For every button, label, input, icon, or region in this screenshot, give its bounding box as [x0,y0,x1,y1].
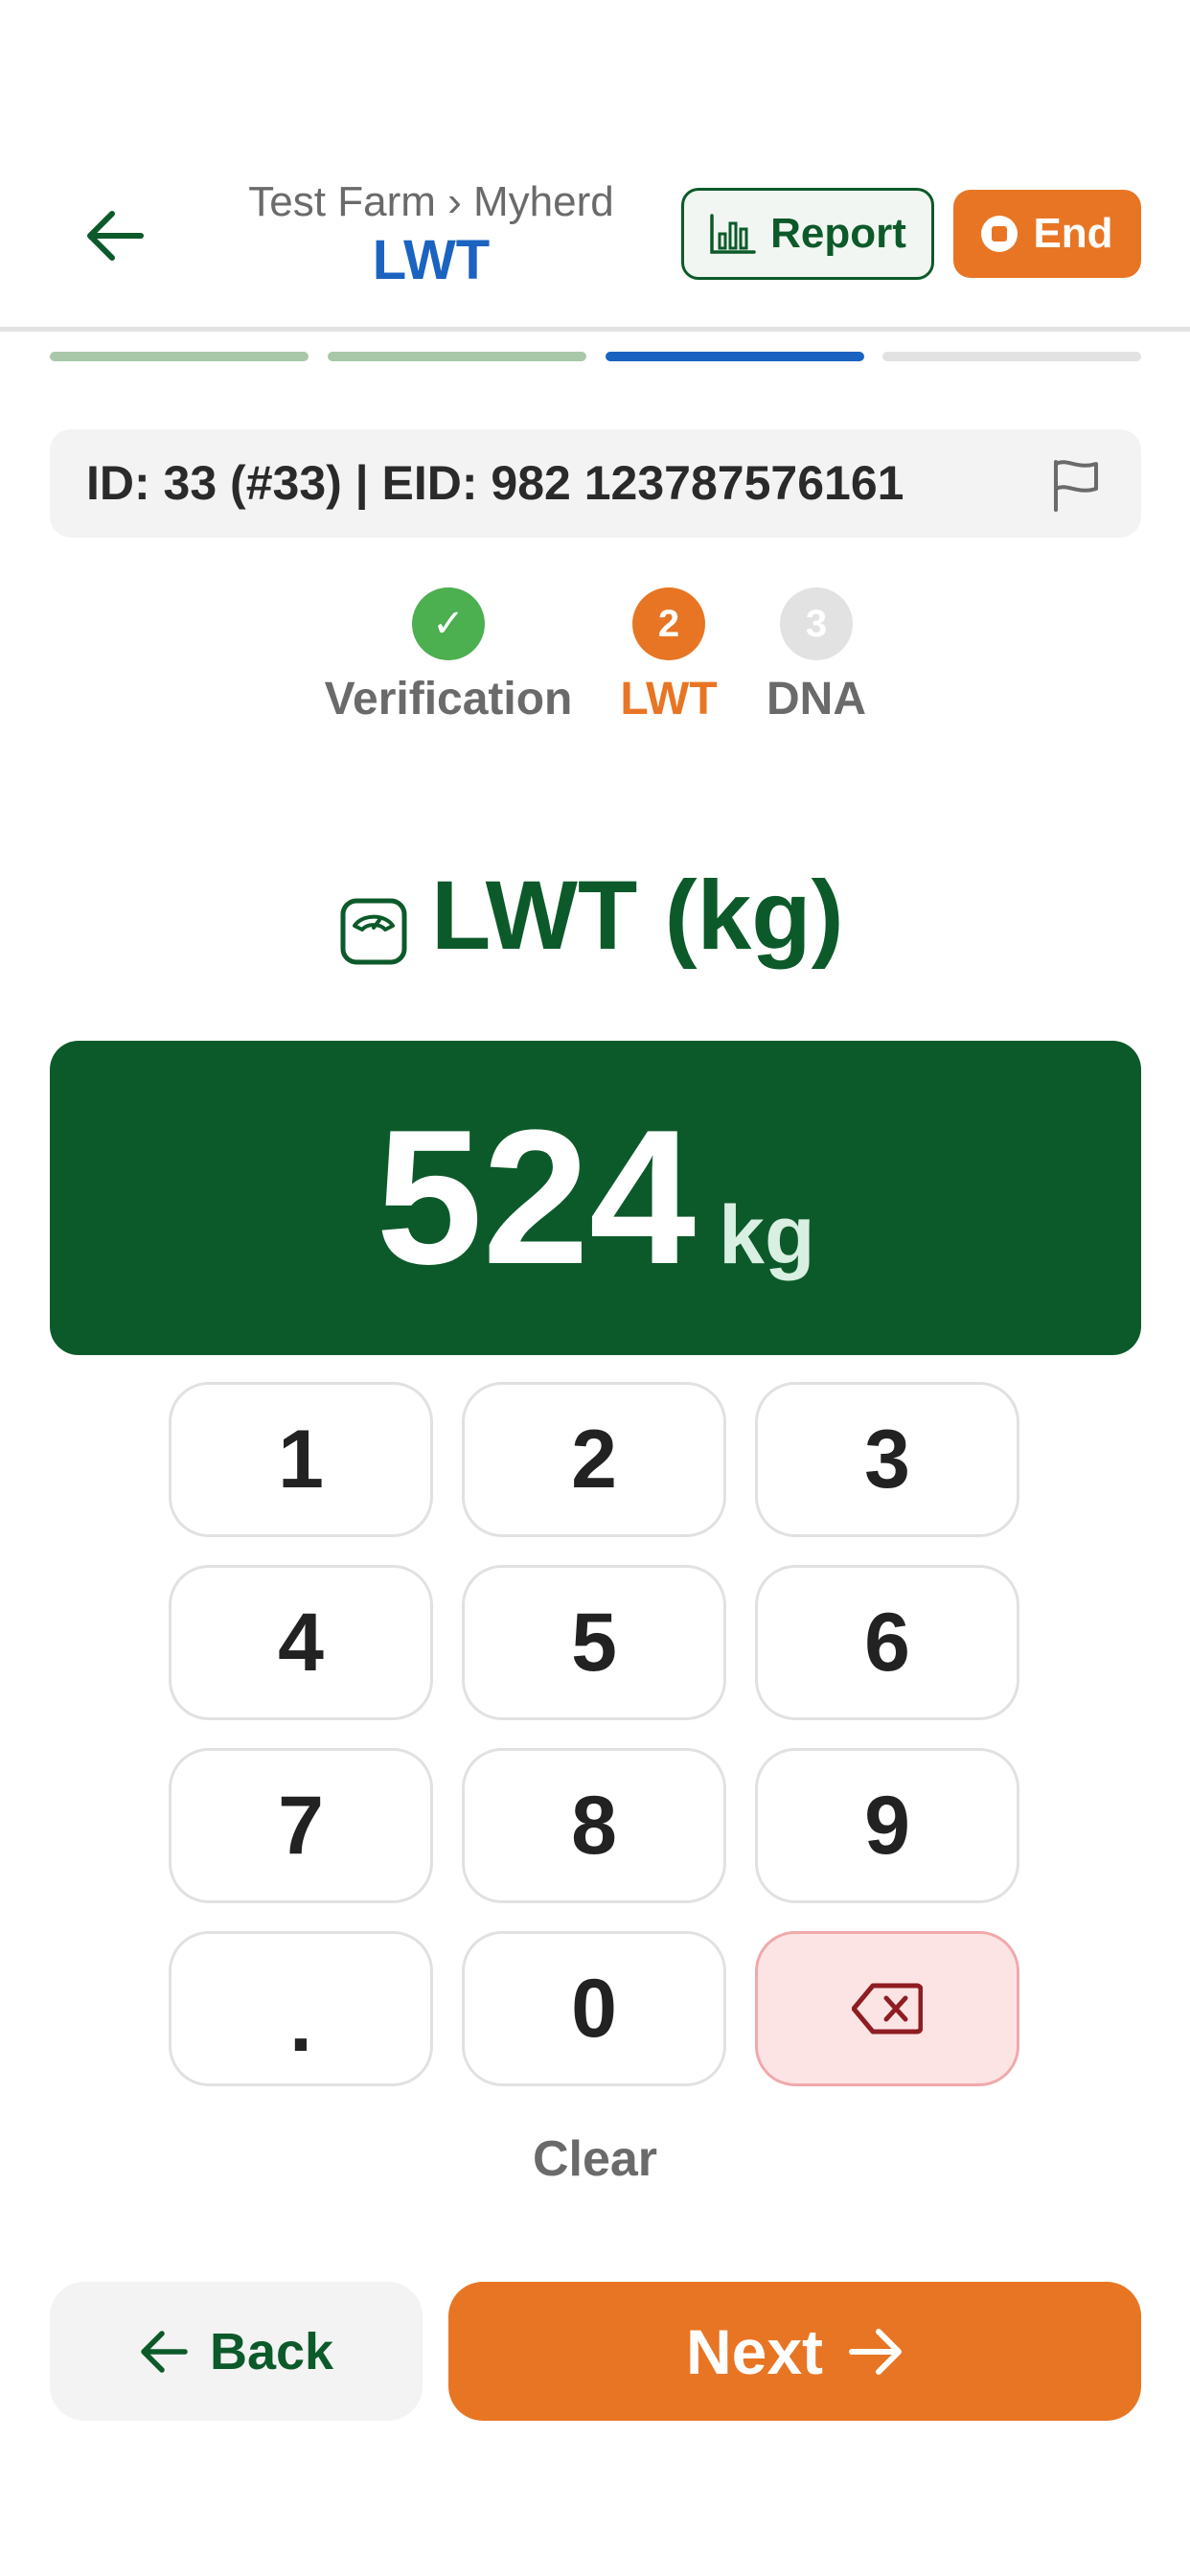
key-6[interactable]: 6 [755,1565,1019,1720]
key-4[interactable]: 4 [169,1565,433,1720]
progress-segment-3 [606,352,864,361]
key-7[interactable]: 7 [169,1748,433,1903]
stop-circle-icon [981,216,1018,252]
weight-unit: kg [719,1189,815,1281]
flag-button[interactable] [1050,458,1102,512]
step-2-label: LWT [620,674,718,724]
bar-chart-icon [710,214,756,254]
step-3-label: DNA [767,674,866,724]
next-button[interactable]: Next [448,2282,1141,2421]
clear-button[interactable]: Clear [451,2126,739,2193]
page-title: LWT [372,229,491,291]
step-1-label: Verification [324,674,573,724]
step-3-circle: 3 [780,587,853,660]
back-label: Back [209,2322,334,2380]
animal-id-text: ID: 33 (#33) | EID: 982 123787576161 [86,456,904,510]
arrow-left-icon [141,2330,188,2373]
back-arrow-button[interactable] [77,197,153,274]
end-label: End [1033,210,1113,257]
back-button[interactable]: Back [50,2282,423,2421]
delete-key[interactable] [755,1931,1019,2086]
key-0[interactable]: 0 [462,1931,726,2086]
key-1[interactable]: 1 [169,1382,433,1537]
arrow-right-icon [849,2328,903,2375]
value-readout: 524 kg [50,1041,1141,1355]
report-button[interactable]: Report [681,188,934,280]
end-button[interactable]: End [953,190,1141,278]
arrow-left-icon [87,211,144,261]
backspace-icon [852,1983,923,2035]
header-divider [0,327,1190,332]
progress-segment-2 [328,352,586,361]
key-3[interactable]: 3 [755,1382,1019,1537]
weight-value: 524 [376,1091,697,1304]
key-9[interactable]: 9 [755,1748,1019,1903]
progress-segment-1 [50,352,309,361]
report-label: Report [770,210,906,257]
key-decimal[interactable]: . [169,1931,433,2086]
flag-icon [1054,460,1098,512]
key-2[interactable]: 2 [462,1382,726,1537]
section-title: LWT (kg) [431,861,844,970]
progress-segment-4 [882,352,1141,361]
scale-icon [339,897,408,966]
key-8[interactable]: 8 [462,1748,726,1903]
key-5[interactable]: 5 [462,1565,726,1720]
next-label: Next [685,2315,824,2387]
breadcrumb: Test Farm › Myherd [248,178,614,225]
step-2-circle: 2 [632,587,705,660]
step-1-circle: ✓ [412,587,485,660]
